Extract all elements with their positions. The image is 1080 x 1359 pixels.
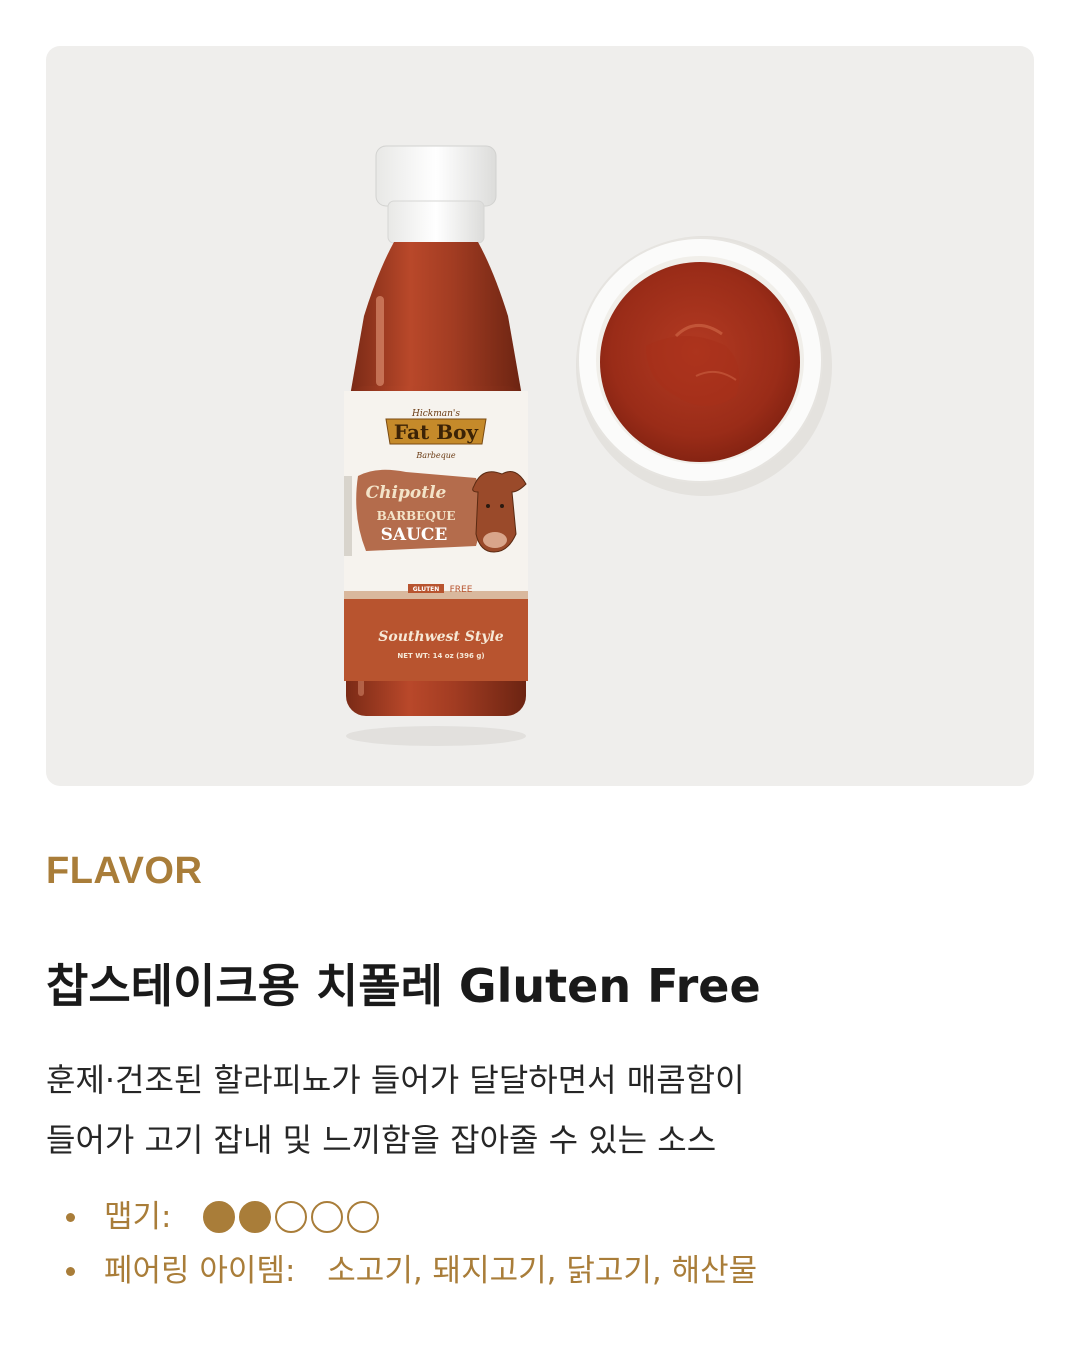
spice-dot-filled-icon: [239, 1201, 272, 1233]
product-image: Hickman's Fat Boy Barbeque Chipotle BARB…: [46, 46, 1034, 786]
label-style: Southwest Style: [378, 629, 503, 645]
bullet-icon: [66, 1267, 75, 1276]
description-line: 들어가 고기 잡내 및 느끼함을 잡아줄 수 있는 소스: [46, 1121, 717, 1159]
spice-level-rating: [203, 1189, 383, 1243]
spice-level-label: 맵기:: [104, 1199, 172, 1235]
spice-dot-filled-icon: [203, 1201, 236, 1233]
label-weight: NET WT: 14 oz (396 g): [397, 652, 484, 660]
label-brand-sub: Barbeque: [415, 451, 456, 460]
section-label: FLAVOR: [46, 850, 203, 892]
product-title: 찹스테이크용 치폴레 Gluten Free: [46, 959, 761, 1013]
label-free: FREE: [450, 585, 473, 595]
label-type-1: BARBEQUE: [377, 509, 456, 523]
spice-level-item: 맵기:: [66, 1190, 757, 1244]
spice-dot-empty-icon: [275, 1201, 308, 1233]
product-description: 훈제·건조된 할라피뇨가 들어가 달달하면서 매콤함이 들어가 고기 잡내 및 …: [46, 1050, 1026, 1170]
label-type-2: SAUCE: [381, 525, 448, 545]
description-line: 훈제·건조된 할라피뇨가 들어가 달달하면서 매콤함이: [46, 1061, 745, 1099]
attribute-list: 맵기: 페어링 아이템: 소고기, 돼지고기, 닭고기, 해산물: [66, 1190, 757, 1298]
spice-dot-empty-icon: [311, 1201, 344, 1233]
label-flavor: Chipotle: [366, 483, 447, 503]
bullet-icon: [66, 1213, 75, 1222]
sauce-bowl: [576, 236, 832, 496]
pairing-item: 페어링 아이템: 소고기, 돼지고기, 닭고기, 해산물: [66, 1244, 757, 1298]
label-brand: Fat Boy: [394, 420, 480, 444]
pairing-value: 소고기, 돼지고기, 닭고기, 해산물: [327, 1253, 758, 1289]
label-gluten: GLUTEN: [413, 586, 440, 593]
spice-dot-empty-icon: [347, 1201, 380, 1233]
sauce-bottle: Hickman's Fat Boy Barbeque Chipotle BARB…: [344, 145, 528, 716]
label-brand-small: Hickman's: [411, 409, 460, 419]
pairing-label: 페어링 아이템:: [104, 1253, 296, 1289]
